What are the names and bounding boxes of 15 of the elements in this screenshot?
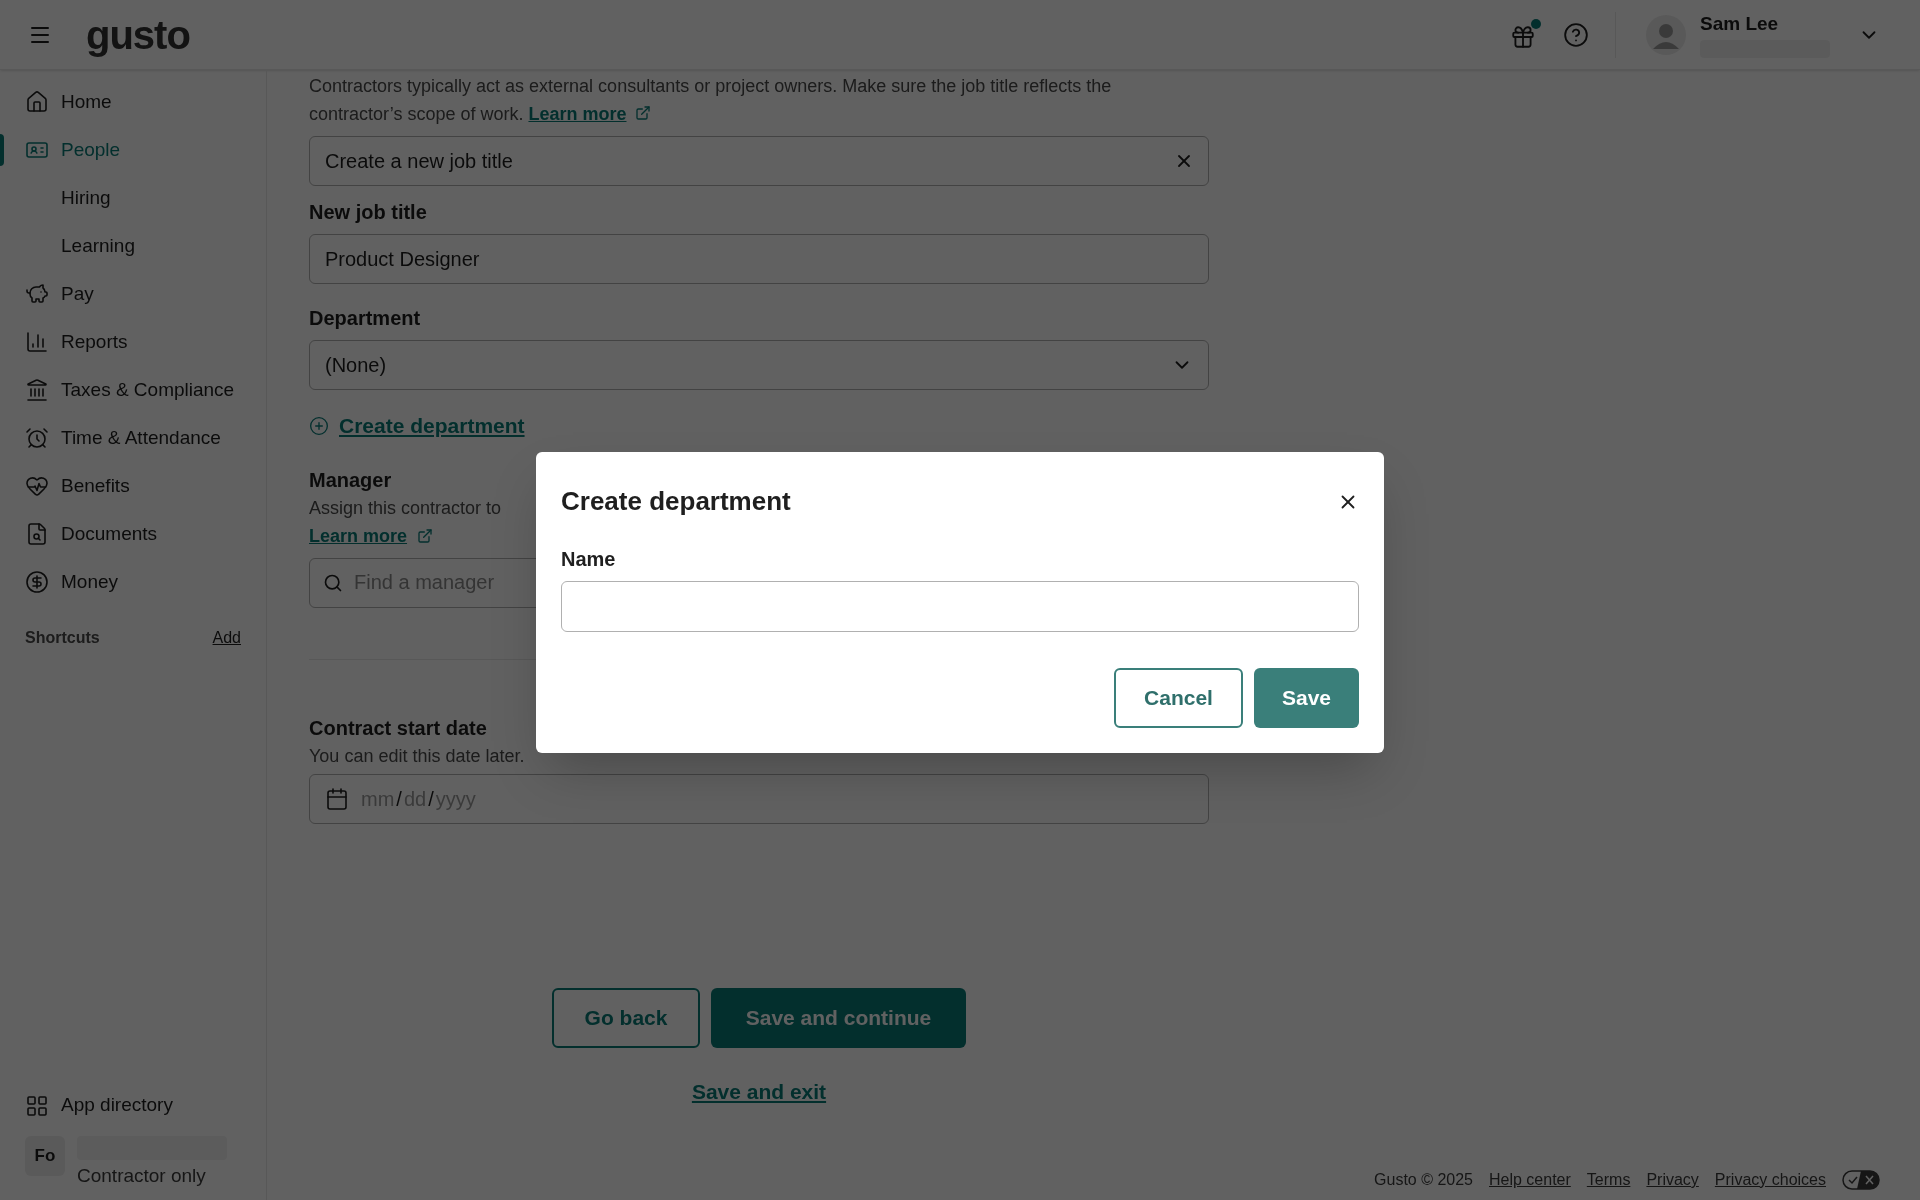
copyright-text: Gusto © 2025 [1374, 1170, 1473, 1190]
date-separator: / [428, 786, 434, 812]
field-description: Assign this contractor to [309, 496, 502, 520]
field-label: New job title [309, 200, 428, 225]
dialog-title: Create department [561, 485, 791, 518]
section-heading: Shortcuts [25, 628, 100, 648]
field-description: You can edit this date later. [309, 744, 525, 768]
company-plan: Contractor only [77, 1163, 207, 1188]
intro-text: Contractors typically act as external consultants or project owners. Make sure the job title reflects the contractor’s scope of work. Learn more [309, 75, 1113, 126]
date-separator: / [396, 786, 402, 812]
field-label: Department [309, 306, 422, 331]
field-label: Contract start date [309, 715, 488, 741]
field-label: Name [561, 547, 617, 572]
user-name: Sam Lee [1700, 11, 1780, 36]
field-label: Manager [309, 467, 393, 493]
